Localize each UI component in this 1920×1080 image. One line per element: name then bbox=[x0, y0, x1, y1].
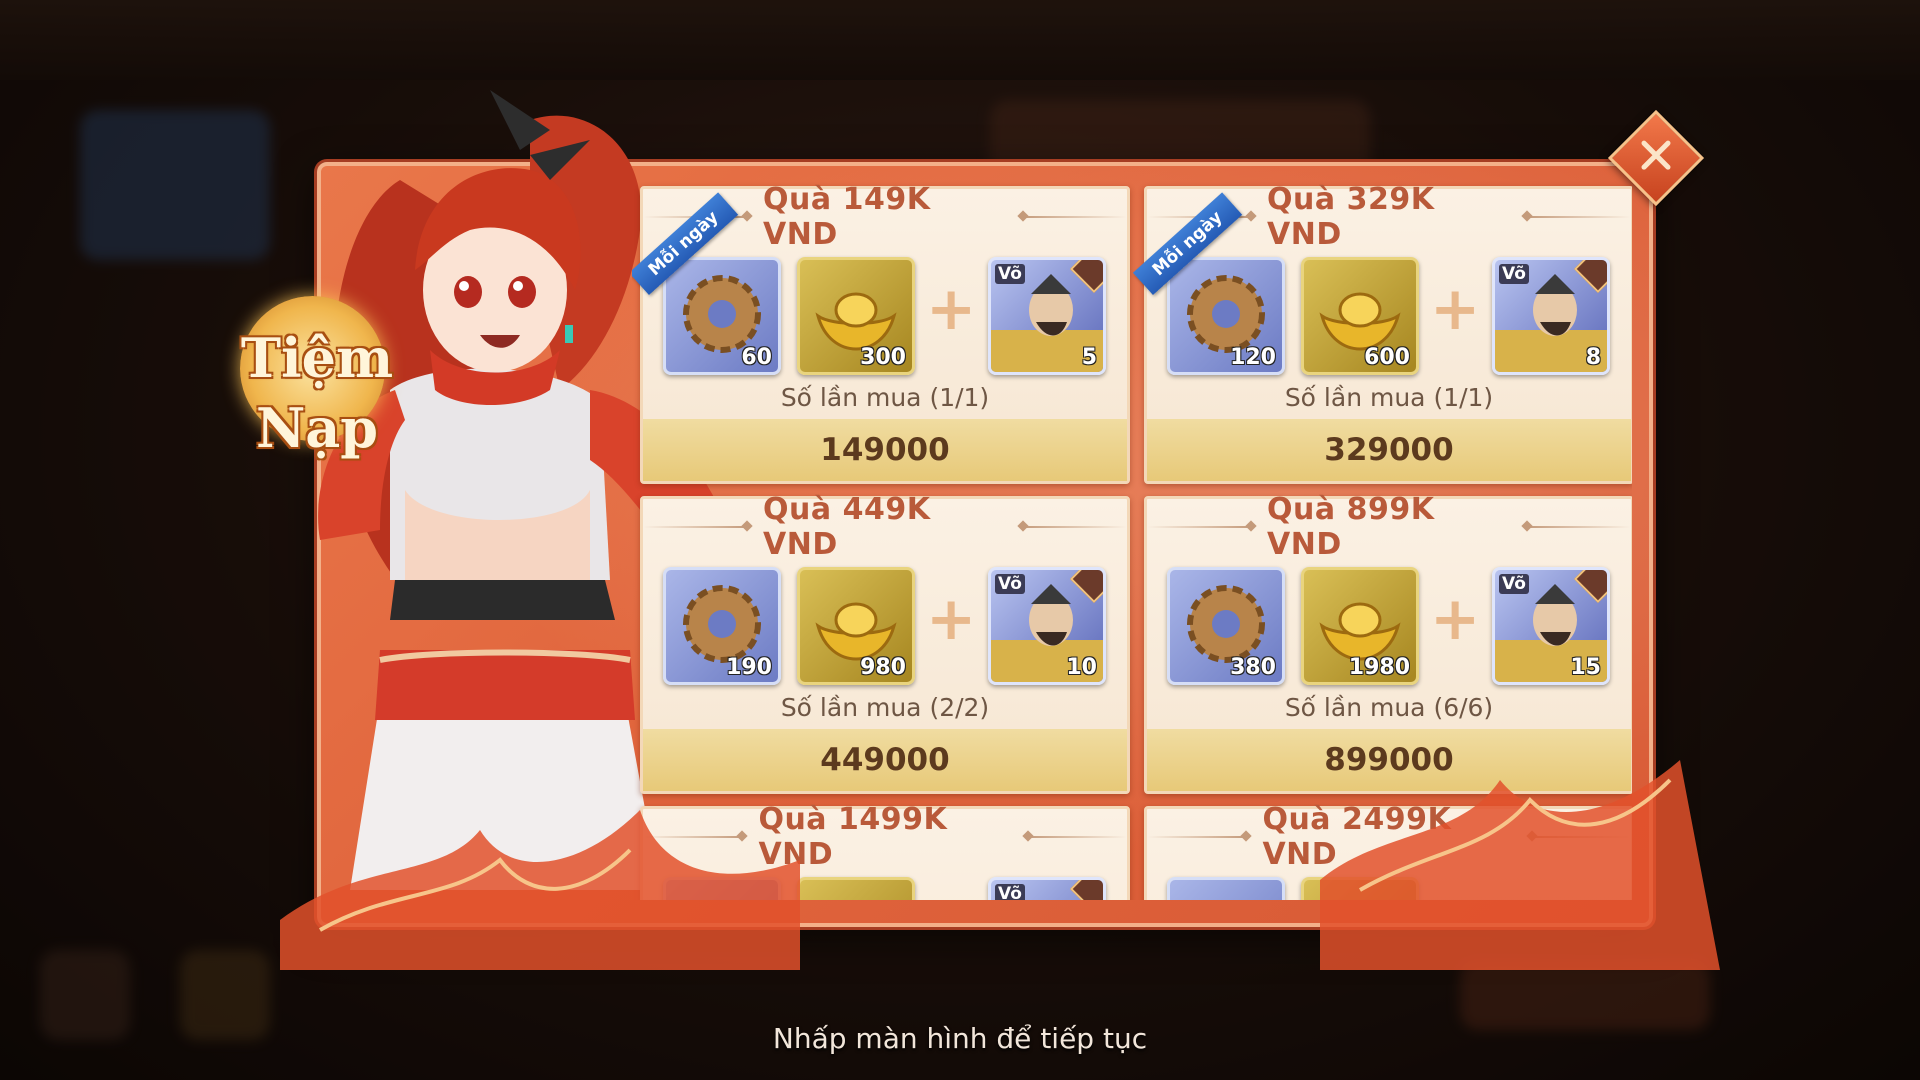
item-quantity: 300 bbox=[860, 345, 906, 370]
purchase-count: Số lần mua (1/1) bbox=[780, 383, 990, 412]
item-quantity: 10 bbox=[1066, 655, 1097, 680]
pack-grid: Quà 149K VND 60 300 + Võ 5 Số lần mua (1… bbox=[632, 180, 1632, 900]
price-button[interactable]: 329000 bbox=[1147, 419, 1631, 481]
pack-card[interactable]: Quà 149K VND 60 300 + Võ 5 Số lần mua (1… bbox=[632, 182, 1130, 484]
title-decoration bbox=[1147, 526, 1254, 528]
plus-sign: + bbox=[1430, 584, 1481, 654]
gold-item[interactable]: 300 bbox=[797, 257, 915, 375]
item-quantity: 120 bbox=[1230, 345, 1276, 370]
purchase-count: Số lần mua (1/1) bbox=[1284, 383, 1494, 412]
pack-title: Quà 149K VND bbox=[763, 182, 931, 252]
gear-item[interactable] bbox=[663, 877, 781, 900]
plus-sign: + bbox=[1430, 274, 1481, 344]
title-decoration bbox=[1020, 216, 1128, 218]
pack-title: Quà 449K VND bbox=[763, 492, 931, 562]
gold-item[interactable] bbox=[1301, 877, 1419, 900]
plus-sign: + bbox=[926, 584, 977, 654]
hero-type-tag: Võ bbox=[1499, 264, 1529, 284]
pack-card[interactable]: Quà 329K VND 120 600 + Võ 8 Số lần mua (… bbox=[1132, 182, 1632, 484]
pack-title: Quà 1499K VND bbox=[758, 802, 948, 872]
price-button[interactable]: 449000 bbox=[643, 729, 1127, 791]
price-button[interactable]: 149000 bbox=[643, 419, 1127, 481]
item-quantity: 380 bbox=[1230, 655, 1276, 680]
item-quantity: 980 bbox=[860, 655, 906, 680]
item-quantity: 1980 bbox=[1348, 655, 1410, 680]
tap-to-continue-hint[interactable]: Nhấp màn hình để tiếp tục bbox=[0, 1022, 1920, 1055]
gear-item[interactable]: 380 bbox=[1167, 567, 1285, 685]
pack-card[interactable]: Quà 899K VND 380 1980 + Võ 15 Số lần mua… bbox=[1144, 492, 1632, 794]
pack-title-row: Quà 1499K VND bbox=[643, 802, 1127, 872]
title-decoration bbox=[1524, 216, 1632, 218]
pack-title-row: Quà 899K VND bbox=[1147, 492, 1632, 562]
title-decoration bbox=[1524, 526, 1632, 528]
gear-item[interactable] bbox=[1167, 877, 1285, 900]
gold-item[interactable] bbox=[797, 877, 915, 900]
purchase-count: Số lần mua (6/6) bbox=[1284, 693, 1494, 722]
title-decoration bbox=[1529, 836, 1631, 838]
gold-item[interactable]: 600 bbox=[1301, 257, 1419, 375]
item-quantity: 190 bbox=[726, 655, 772, 680]
hero-item[interactable]: Võ 5 bbox=[988, 257, 1106, 375]
pack-title: Quà 899K VND bbox=[1267, 492, 1435, 562]
shop-title-badge: Tiệm Nạp bbox=[232, 296, 393, 506]
pack-title: Quà 2499K VND bbox=[1262, 802, 1452, 872]
title-decoration bbox=[643, 836, 745, 838]
shop-title-line2: Nạp bbox=[255, 396, 379, 460]
hero-item[interactable]: Võ 10 bbox=[988, 567, 1106, 685]
pack-card[interactable]: Quà 2499K VND bbox=[1144, 802, 1632, 900]
gold-item[interactable]: 1980 bbox=[1301, 567, 1419, 685]
item-quantity: 8 bbox=[1585, 345, 1601, 370]
gear-item[interactable]: 120 bbox=[1167, 257, 1285, 375]
pack-title: Quà 329K VND bbox=[1267, 182, 1435, 252]
hero-item[interactable]: Võ 15 bbox=[1492, 567, 1610, 685]
price-button[interactable]: 899000 bbox=[1147, 729, 1631, 791]
gear-item[interactable]: 190 bbox=[663, 567, 781, 685]
pack-title-row: Quà 2499K VND bbox=[1147, 802, 1631, 872]
hero-type-tag: Võ bbox=[995, 264, 1025, 284]
plus-sign: + bbox=[926, 274, 977, 344]
item-quantity: 600 bbox=[1364, 345, 1410, 370]
title-decoration bbox=[1147, 836, 1249, 838]
gold-item[interactable]: 980 bbox=[797, 567, 915, 685]
pack-card[interactable]: Quà 1499K VND Võ bbox=[640, 802, 1130, 900]
hero-item[interactable]: Võ 8 bbox=[1492, 257, 1610, 375]
item-quantity: 60 bbox=[741, 345, 772, 370]
hero-type-tag: Võ bbox=[995, 884, 1025, 900]
title-decoration bbox=[1020, 526, 1128, 528]
close-icon bbox=[1641, 140, 1671, 170]
hero-type-tag: Võ bbox=[1499, 574, 1529, 594]
item-quantity: 15 bbox=[1570, 655, 1601, 680]
shop-title-line1: Tiệm bbox=[240, 326, 394, 390]
item-quantity: 5 bbox=[1081, 345, 1097, 370]
hero-type-tag: Võ bbox=[995, 574, 1025, 594]
title-decoration bbox=[1025, 836, 1127, 838]
title-decoration bbox=[643, 526, 750, 528]
pack-title-row: Quà 449K VND bbox=[643, 492, 1128, 562]
pack-card[interactable]: Quà 449K VND 190 980 + Võ 10 Số lần mua … bbox=[640, 492, 1130, 794]
hero-badge-icon bbox=[1069, 880, 1103, 900]
purchase-count: Số lần mua (2/2) bbox=[780, 693, 990, 722]
gear-item[interactable]: 60 bbox=[663, 257, 781, 375]
hero-item[interactable]: Võ bbox=[988, 877, 1106, 900]
